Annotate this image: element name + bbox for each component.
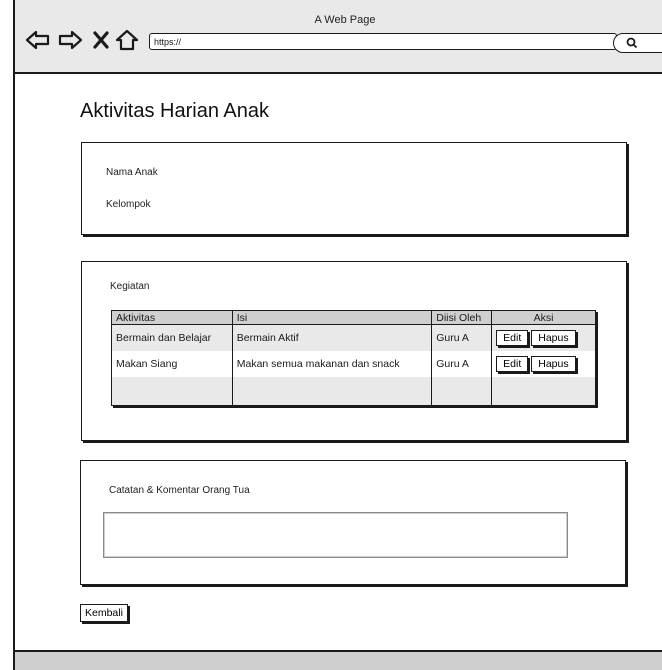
page-title: Aktivitas Harian Anak bbox=[80, 100, 269, 122]
delete-button[interactable]: Hapus bbox=[531, 330, 576, 346]
cell-diisi-oleh: Guru A bbox=[431, 324, 492, 351]
browser-titlebar: A Web Page https:// bbox=[15, 0, 662, 74]
cell-aksi: Edit Hapus bbox=[491, 351, 596, 377]
activities-section-label: Kegiatan bbox=[110, 281, 150, 292]
cell-empty bbox=[111, 377, 233, 406]
search-icon bbox=[626, 37, 638, 49]
comments-textarea[interactable] bbox=[103, 512, 568, 558]
browser-search-button[interactable] bbox=[613, 33, 662, 53]
column-header-aktivitas: Aktivitas bbox=[111, 310, 233, 325]
group-label: Kelompok bbox=[106, 199, 151, 210]
activities-table: Aktivitas Isi Diisi Oleh Aksi Bermain da… bbox=[111, 310, 596, 406]
table-row: Bermain dan Belajar Bermain Aktif Guru A… bbox=[111, 324, 596, 351]
forward-arrow-icon[interactable] bbox=[57, 29, 83, 56]
comments-label: Catatan & Komentar Orang Tua bbox=[109, 485, 250, 496]
column-header-aksi: Aksi bbox=[491, 310, 596, 325]
window-title: A Web Page bbox=[314, 14, 376, 26]
column-header-diisi-oleh: Diisi Oleh bbox=[431, 310, 492, 325]
edit-button[interactable]: Edit bbox=[496, 356, 529, 372]
cell-isi: Makan semua makanan dan snack bbox=[231, 351, 432, 377]
home-icon[interactable] bbox=[115, 29, 139, 56]
cell-empty bbox=[431, 377, 492, 406]
back-button[interactable]: Kembali bbox=[80, 604, 128, 622]
delete-button[interactable]: Hapus bbox=[531, 356, 576, 372]
cell-aktivitas: Makan Siang bbox=[111, 351, 233, 377]
table-row: Makan Siang Makan semua makanan dan snac… bbox=[111, 351, 596, 377]
table-header-row: Aktivitas Isi Diisi Oleh Aksi bbox=[111, 310, 596, 325]
cell-isi: Bermain Aktif bbox=[231, 324, 432, 351]
child-name-label: Nama Anak bbox=[106, 167, 158, 178]
url-input[interactable]: https:// bbox=[149, 33, 617, 50]
close-icon[interactable] bbox=[93, 31, 109, 54]
browser-statusbar bbox=[15, 650, 662, 670]
cell-empty bbox=[491, 377, 596, 406]
back-arrow-icon[interactable] bbox=[25, 29, 51, 56]
cell-empty bbox=[231, 377, 432, 406]
edit-button[interactable]: Edit bbox=[496, 330, 529, 346]
child-info-panel bbox=[81, 142, 627, 235]
table-row-empty bbox=[111, 377, 596, 406]
cell-aksi: Edit Hapus bbox=[491, 324, 596, 351]
cell-aktivitas: Bermain dan Belajar bbox=[111, 324, 233, 351]
column-header-isi: Isi bbox=[231, 310, 432, 325]
cell-diisi-oleh: Guru A bbox=[431, 351, 492, 377]
